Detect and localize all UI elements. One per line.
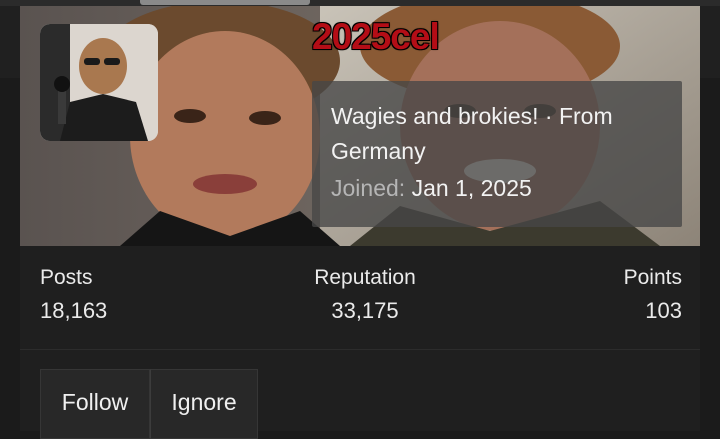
left-gutter bbox=[0, 6, 20, 78]
user-avatar[interactable] bbox=[40, 24, 158, 141]
divider bbox=[20, 349, 700, 350]
follow-button[interactable]: Follow bbox=[40, 369, 150, 439]
scrolled-header-sliver bbox=[140, 0, 310, 5]
avatar-photo bbox=[40, 24, 158, 141]
profile-actions: Follow Ignore bbox=[40, 369, 258, 439]
profile-username: 2025cel bbox=[312, 16, 440, 57]
stat-reputation-label: Reputation bbox=[314, 266, 416, 289]
profile-bio: Wagies and brokies! · From Germany bbox=[331, 103, 613, 164]
stat-posts[interactable]: Posts 18,163 bbox=[40, 266, 107, 324]
stat-reputation[interactable]: Reputation 33,175 bbox=[290, 266, 440, 324]
profile-card: 2025cel Wagies and brokies! · From Germa… bbox=[20, 6, 700, 439]
stat-posts-label: Posts bbox=[40, 266, 93, 289]
stat-points[interactable]: Points 103 bbox=[580, 266, 682, 324]
profile-banner: 2025cel Wagies and brokies! · From Germa… bbox=[20, 6, 700, 246]
stat-reputation-value: 33,175 bbox=[331, 298, 399, 323]
right-gutter bbox=[700, 6, 720, 78]
stat-points-value: 103 bbox=[645, 298, 682, 323]
profile-info-box: Wagies and brokies! · From Germany Joine… bbox=[312, 81, 682, 227]
joined-date: Jan 1, 2025 bbox=[411, 175, 532, 201]
profile-joined: Joined: Jan 1, 2025 bbox=[331, 175, 532, 202]
stat-points-label: Points bbox=[623, 266, 682, 289]
stat-posts-value: 18,163 bbox=[40, 298, 108, 323]
ignore-button[interactable]: Ignore bbox=[150, 369, 258, 439]
joined-label: Joined: bbox=[331, 175, 406, 201]
